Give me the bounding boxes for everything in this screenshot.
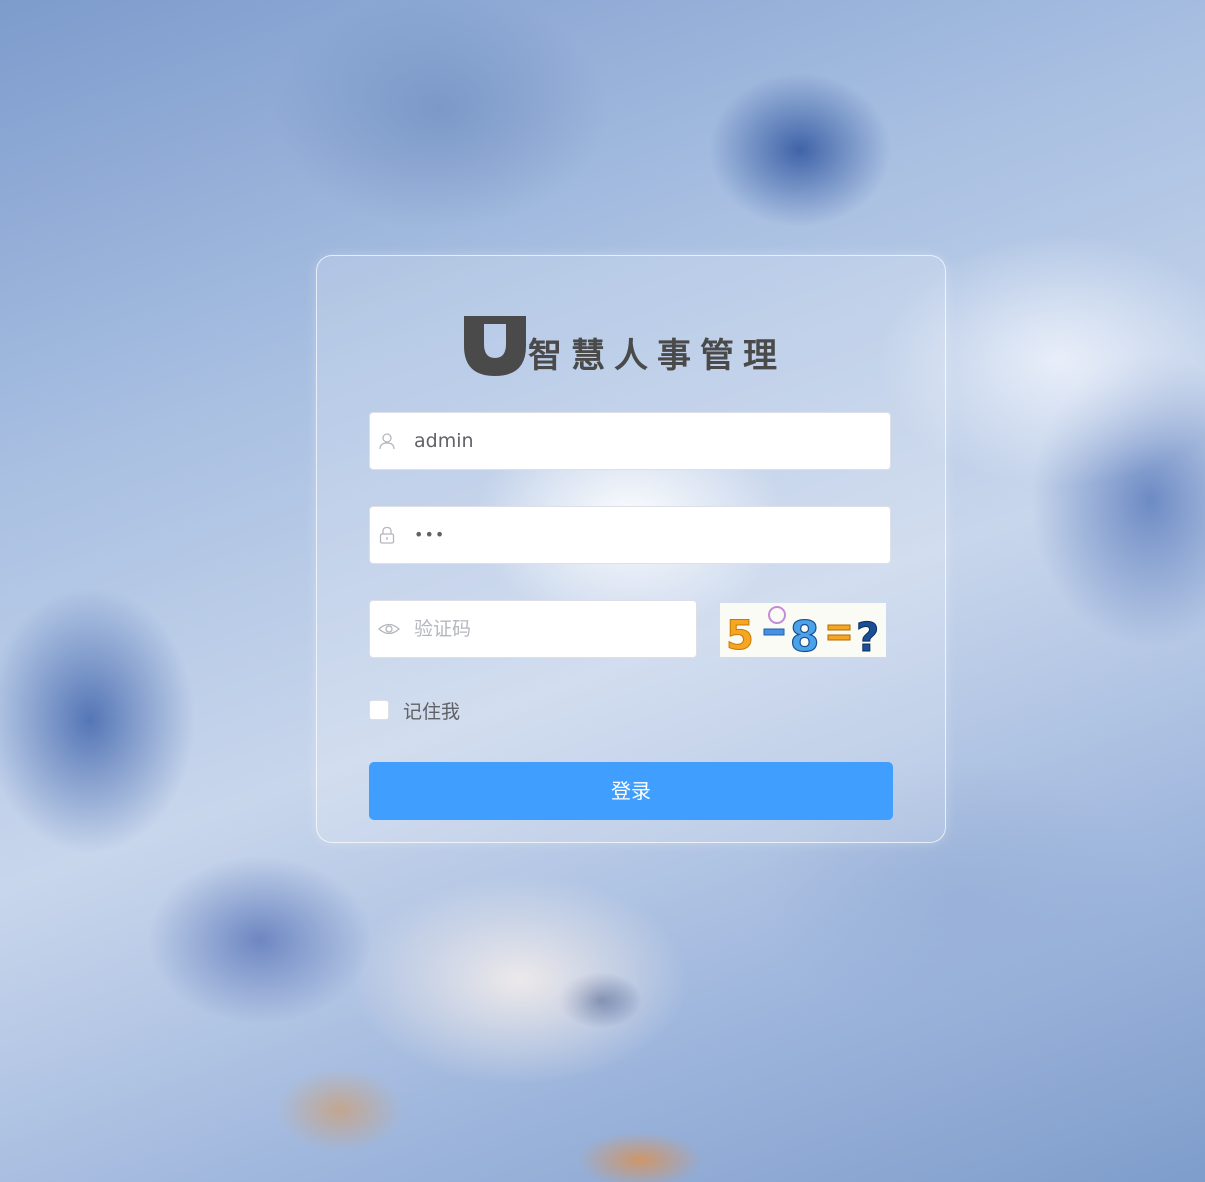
remember-me[interactable]: 记住我 <box>369 699 461 723</box>
user-icon <box>378 432 396 450</box>
eye-icon <box>378 620 400 638</box>
captcha-image[interactable]: 5 8 ? <box>720 603 886 662</box>
captcha-field[interactable]: 验证码 <box>369 600 697 658</box>
captcha-placeholder: 验证码 <box>414 618 472 640</box>
username-field[interactable]: admin <box>369 412 891 470</box>
username-value: admin <box>414 430 474 452</box>
password-field[interactable]: ••• <box>369 506 891 564</box>
login-button[interactable]: 登录 <box>369 762 893 820</box>
svg-text:?: ? <box>856 615 879 657</box>
svg-text:5: 5 <box>726 613 754 657</box>
svg-text:8: 8 <box>790 612 819 657</box>
u-logo-icon <box>462 314 528 378</box>
remember-label: 记住我 <box>403 700 461 723</box>
password-value: ••• <box>414 525 446 544</box>
remember-checkbox[interactable] <box>369 700 389 720</box>
app-logo: 智慧人事管理 <box>462 312 786 378</box>
lock-icon <box>378 526 396 544</box>
app-title: 智慧人事管理 <box>528 336 786 376</box>
